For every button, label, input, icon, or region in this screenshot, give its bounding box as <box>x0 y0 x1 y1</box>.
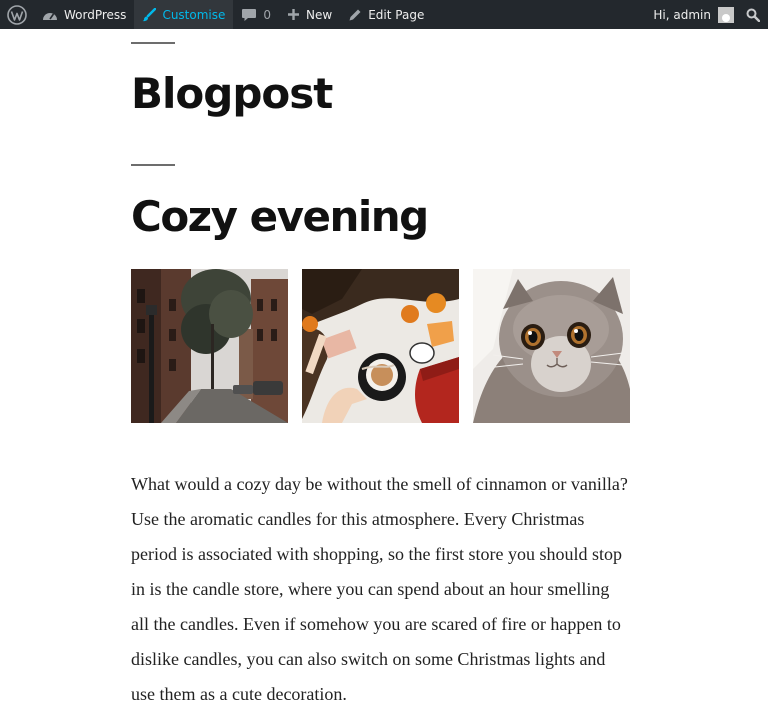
dashboard-icon <box>43 12 57 20</box>
comments-link[interactable]: 0 <box>233 0 279 29</box>
title-divider <box>131 42 175 44</box>
admin-bar: WordPress Customise 0 New Edit Page Hi, … <box>0 0 768 29</box>
plus-icon <box>288 9 300 20</box>
comments-count: 0 <box>263 7 272 22</box>
comment-icon <box>242 8 257 21</box>
brush-icon <box>142 7 157 21</box>
gallery-image-kitten[interactable] <box>473 269 630 423</box>
site-name-link[interactable]: WordPress <box>34 0 134 29</box>
street-photo <box>131 269 288 423</box>
customise-link[interactable]: Customise <box>134 0 234 29</box>
search-icon <box>746 8 760 22</box>
gallery-image-coffee[interactable] <box>302 269 459 423</box>
site-name-label: WordPress <box>64 7 127 22</box>
new-content-link[interactable]: New <box>279 0 340 29</box>
pencil-icon <box>349 9 361 20</box>
post-title: Cozy evening <box>131 192 429 241</box>
wordpress-logo-button[interactable] <box>0 0 34 29</box>
edit-page-label: Edit Page <box>368 7 425 22</box>
gallery-image-street[interactable] <box>131 269 288 423</box>
edit-page-link[interactable]: Edit Page <box>340 0 432 29</box>
post-divider <box>131 164 175 166</box>
wordpress-icon <box>7 4 27 25</box>
kitten-photo <box>473 269 630 423</box>
image-gallery <box>131 269 630 423</box>
greeting-label: Hi, admin <box>653 7 711 22</box>
new-label: New <box>306 7 333 22</box>
coffee-flatlay-photo <box>302 269 459 423</box>
search-button[interactable] <box>740 0 768 29</box>
page-title: Blogpost <box>131 69 333 118</box>
avatar <box>718 6 734 23</box>
customise-label: Customise <box>162 7 226 22</box>
post-body-text: What would a cozy day be without the sme… <box>131 474 628 704</box>
account-menu[interactable]: Hi, admin <box>645 0 740 29</box>
